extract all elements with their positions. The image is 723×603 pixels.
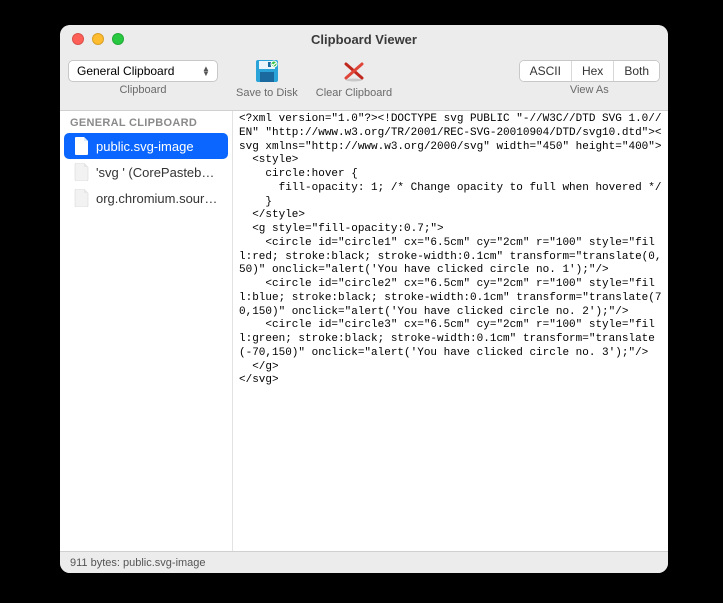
- view-as-hex[interactable]: Hex: [571, 61, 613, 81]
- status-bar: 911 bytes: public.svg-image: [60, 551, 668, 573]
- view-as-segmented: ASCII Hex Both: [519, 60, 660, 82]
- minimize-icon[interactable]: [92, 33, 104, 45]
- clear-clipboard-tool: Clear Clipboard: [316, 57, 392, 99]
- sidebar-item[interactable]: public.svg-image: [64, 133, 228, 159]
- view-as-tool: ASCII Hex Both View As: [519, 57, 660, 96]
- save-to-disk-button[interactable]: [252, 57, 282, 85]
- status-text: 911 bytes: public.svg-image: [70, 557, 206, 569]
- sidebar-item[interactable]: 'svg ' (CorePastebo…: [64, 159, 228, 185]
- titlebar[interactable]: Clipboard Viewer: [60, 25, 668, 53]
- floppy-disk-icon: [254, 58, 280, 84]
- save-to-disk-tool: Save to Disk: [236, 57, 298, 99]
- sidebar: GENERAL CLIPBOARD public.svg-image 'svg …: [60, 111, 233, 551]
- sidebar-item-label: 'svg ' (CorePastebo…: [96, 165, 218, 180]
- view-as-label: View As: [570, 84, 609, 96]
- content-view[interactable]: <?xml version="1.0"?><!DOCTYPE svg PUBLI…: [233, 111, 668, 551]
- clipboard-selector[interactable]: General Clipboard ▲▼: [68, 60, 218, 82]
- window-title: Clipboard Viewer: [60, 32, 668, 47]
- sidebar-item-label: org.chromium.sourc…: [96, 191, 218, 206]
- sidebar-item-label: public.svg-image: [96, 139, 194, 154]
- toolbar: General Clipboard ▲▼ Clipboard Save to D…: [60, 53, 668, 111]
- clipboard-selector-tool: General Clipboard ▲▼ Clipboard: [68, 57, 218, 96]
- sidebar-item[interactable]: org.chromium.sourc…: [64, 185, 228, 211]
- chevron-up-down-icon: ▲▼: [199, 66, 213, 76]
- traffic-lights: [60, 33, 124, 45]
- view-as-ascii[interactable]: ASCII: [520, 61, 571, 81]
- clear-clipboard-button[interactable]: [339, 57, 369, 85]
- close-icon[interactable]: [72, 33, 84, 45]
- clipboard-selector-label: Clipboard: [119, 84, 166, 96]
- x-icon: [341, 58, 367, 84]
- view-as-both[interactable]: Both: [613, 61, 659, 81]
- document-icon: [74, 137, 89, 155]
- sidebar-section-header: GENERAL CLIPBOARD: [60, 111, 232, 133]
- document-icon: [74, 189, 89, 207]
- clipboard-selector-value: General Clipboard: [77, 64, 174, 78]
- body: GENERAL CLIPBOARD public.svg-image 'svg …: [60, 111, 668, 551]
- clear-clipboard-label: Clear Clipboard: [316, 87, 392, 99]
- save-to-disk-label: Save to Disk: [236, 87, 298, 99]
- document-icon: [74, 163, 89, 181]
- app-window: Clipboard Viewer General Clipboard ▲▼ Cl…: [60, 25, 668, 573]
- zoom-icon[interactable]: [112, 33, 124, 45]
